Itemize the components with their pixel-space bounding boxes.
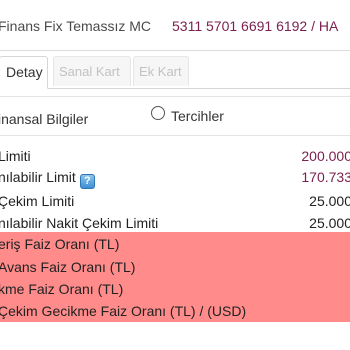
cash-advance-interest-rate-label: Avans Faiz Oranı (TL): [0, 259, 136, 275]
interest-rates-block: eriş Faiz Oranı (TL) Avans Faiz Oranı (T…: [0, 232, 350, 322]
available-limit-label-wrap: nılabilir Limit?: [0, 169, 95, 189]
tab-bar: Detay Sanal Kart Ek Kart: [0, 56, 350, 89]
limit-row: Limiti 200.000: [0, 146, 350, 168]
available-limit-label: nılabilir Limit: [0, 169, 76, 185]
limit-label: Limiti: [0, 148, 31, 164]
card-header: Finans Fix Temassız MC 5311 5701 6691 61…: [0, 0, 350, 51]
late-interest-rate-label: kme Faiz Oranı (TL): [0, 281, 124, 297]
available-limit-row: nılabilir Limit? 170.733: [0, 167, 350, 189]
cash-late-interest-rate-label: Çekim Gecikme Faiz Oranı (TL) / (USD): [0, 303, 247, 319]
preferences-label[interactable]: Tercihler: [171, 108, 224, 124]
help-icon[interactable]: ?: [79, 174, 95, 189]
cash-limit-row: Çekim Limiti 25.000: [0, 191, 350, 213]
available-limit-value: 170.733: [301, 169, 350, 185]
card-number[interactable]: 5311 5701 6691 6192 / HA: [172, 18, 338, 34]
cash-limit-value: 25.000: [309, 193, 350, 209]
tab-ek-kart[interactable]: Ek Kart: [133, 56, 189, 86]
purchase-interest-rate-label: eriş Faiz Oranı (TL): [0, 236, 120, 252]
cash-limit-label: Çekim Limiti: [0, 193, 75, 209]
card-name: Finans Fix Temassız MC: [0, 18, 151, 34]
tab-sanal-kart[interactable]: Sanal Kart: [53, 56, 131, 86]
tab-detay[interactable]: Detay: [0, 56, 48, 89]
limit-value: 200.000: [301, 148, 350, 164]
financial-info-label[interactable]: inansal Bilgiler: [0, 111, 88, 127]
available-cash-limit-value: 25.000: [309, 215, 350, 231]
preferences-radio[interactable]: [151, 106, 165, 120]
section-switcher: inansal Bilgiler Tercihler: [0, 96, 350, 136]
available-cash-limit-label: nılabilir Nakit Çekim Limiti: [0, 215, 159, 231]
